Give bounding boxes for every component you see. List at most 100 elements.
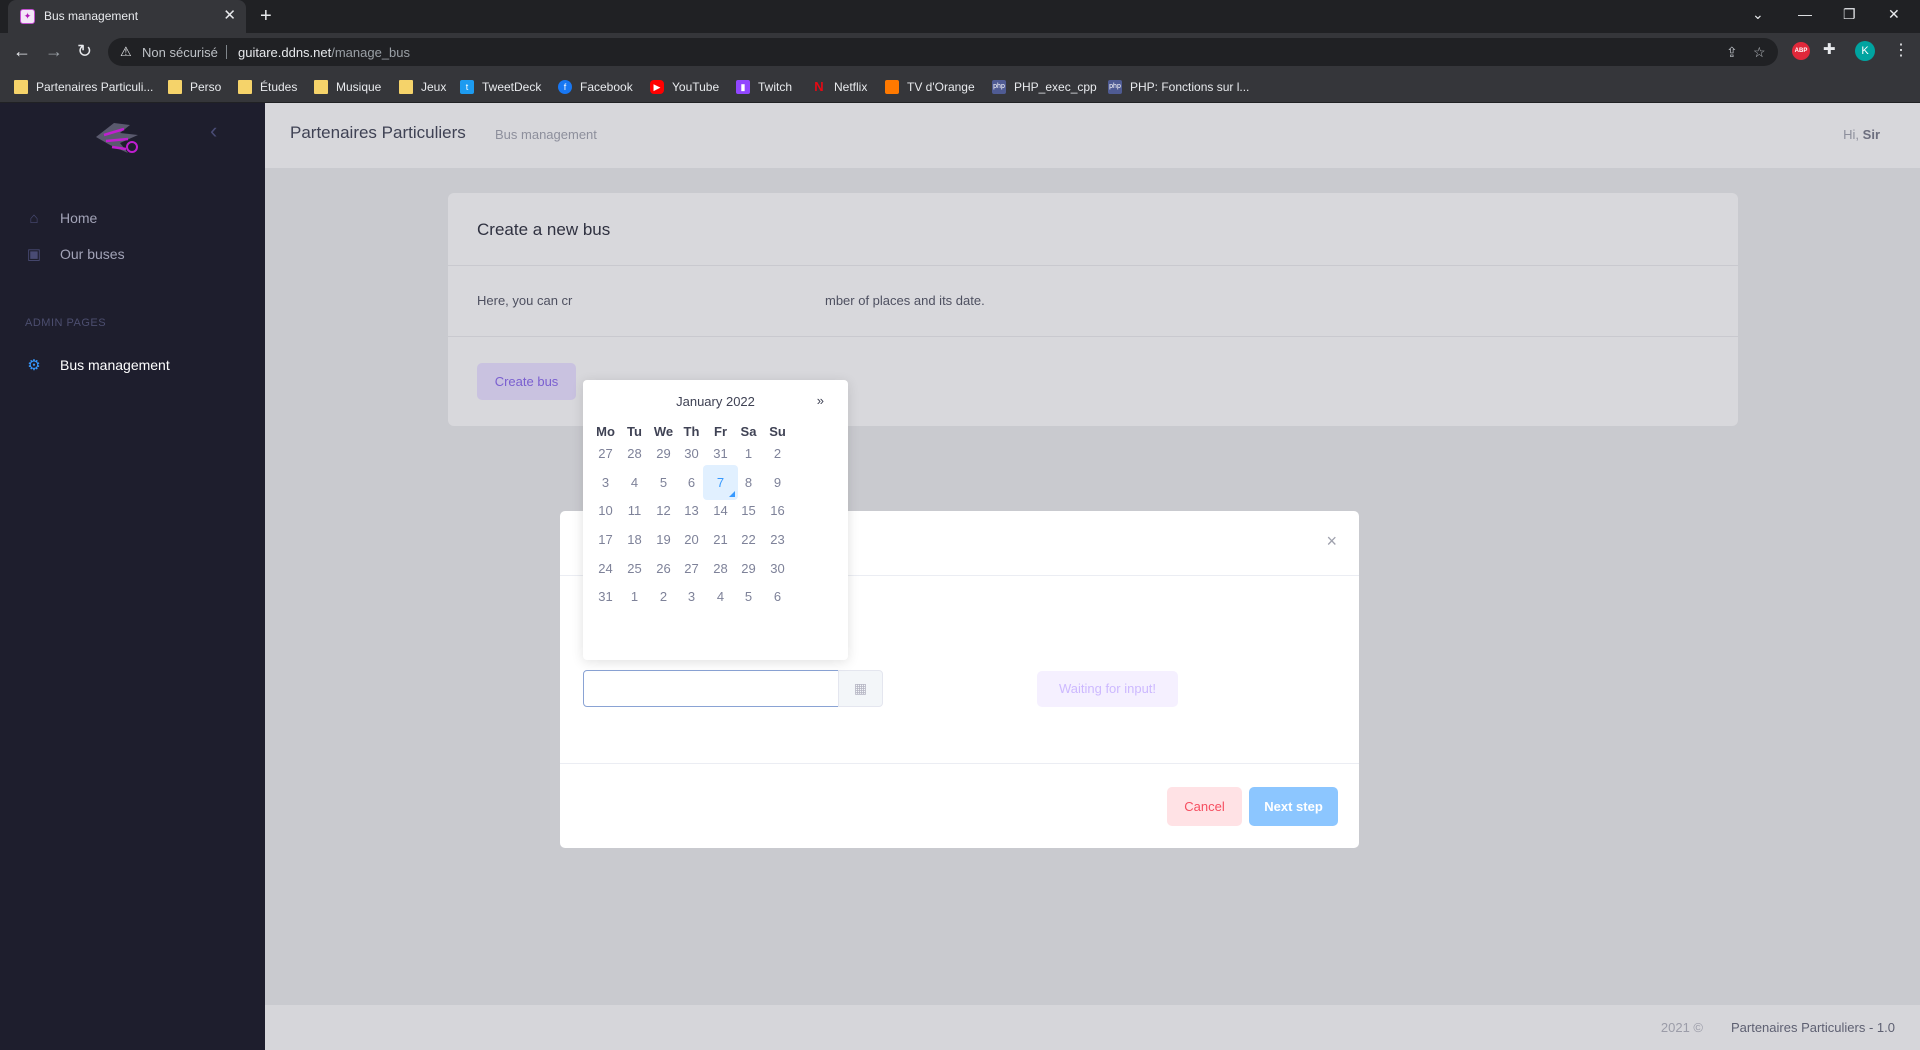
browser-tab-bar: ✦ Bus management ✕ + ⌄ — ❐ ✕ <box>0 0 1920 33</box>
bookmark-facebook[interactable]: f Facebook <box>558 70 633 103</box>
bookmark-netflix[interactable]: N Netflix <box>812 70 867 103</box>
greeting-text: Hi, <box>1843 127 1860 142</box>
tweetdeck-icon: t <box>460 79 474 94</box>
bookmark-label: Twitch <box>758 79 793 94</box>
site-favicon-icon: ✦ <box>20 9 35 24</box>
divider <box>226 45 227 59</box>
bookmark-twitch[interactable]: ▮ Twitch <box>736 70 792 103</box>
bookmark-label: YouTube <box>672 79 720 94</box>
modal-close-icon[interactable]: × <box>1326 531 1337 552</box>
folder-icon <box>314 79 328 94</box>
share-icon[interactable]: ⇪ <box>1726 44 1738 61</box>
facebook-icon: f <box>558 79 572 94</box>
date-input[interactable] <box>583 670 839 707</box>
restore-icon[interactable]: ❐ <box>1843 6 1856 23</box>
profile-avatar[interactable]: K <box>1855 41 1875 61</box>
footer-year: 2021 © <box>1660 1020 1703 1035</box>
bookmark-tweetdeck[interactable]: t TweetDeck <box>460 70 541 103</box>
bookmark-perso[interactable]: Perso <box>168 70 221 103</box>
warning-icon: ⚠ <box>120 44 132 59</box>
tab-close-icon[interactable]: ✕ <box>223 7 236 25</box>
sidebar-collapse-icon[interactable]: ‹ <box>210 118 217 144</box>
url-path: /manage_bus <box>331 45 411 60</box>
page-title: Partenaires Particuliers <box>290 123 466 142</box>
bookmark-partenaires[interactable]: Partenaires Particuli... <box>14 70 153 103</box>
reload-icon[interactable]: ↻ <box>77 41 92 61</box>
tab-search-icon[interactable]: ⌄ <box>1752 6 1764 23</box>
bookmark-php-fonctions[interactable]: php PHP: Fonctions sur l... <box>1108 70 1249 103</box>
bookmark-label: Études <box>260 79 298 94</box>
page-subtitle: Bus management <box>495 127 597 142</box>
divider <box>560 763 1359 764</box>
sidebar-item-label: Bus management <box>60 357 170 373</box>
folder-icon <box>238 79 252 94</box>
back-icon[interactable]: ← <box>13 41 31 61</box>
php-icon: php <box>992 79 1006 94</box>
bookmark-etudes[interactable]: Études <box>238 70 297 103</box>
bookmark-label: Netflix <box>834 79 868 94</box>
card-description-start: Here, you can cr <box>477 293 573 308</box>
orange-icon <box>885 79 899 94</box>
app-logo[interactable] <box>90 115 146 159</box>
bookmark-label: TweetDeck <box>482 79 542 94</box>
window-close-icon[interactable]: ✕ <box>1888 6 1900 23</box>
sidebar-item-label: Home <box>60 210 98 226</box>
home-icon: ⌂ <box>29 209 39 227</box>
status-badge: Waiting for input! <box>1037 671 1178 707</box>
sidebar-item-bus-management[interactable]: ⚙ Bus management <box>25 350 170 380</box>
bookmark-label: PHP: Fonctions sur l... <box>1130 79 1250 94</box>
divider <box>448 265 1738 266</box>
tab-title: Bus management <box>44 9 139 23</box>
forward-icon[interactable]: → <box>45 41 63 61</box>
youtube-icon: ▶ <box>650 79 664 94</box>
bookmark-label: Partenaires Particuli... <box>36 79 154 94</box>
adblock-icon[interactable]: ABP <box>1792 42 1810 60</box>
bookmark-php-exec[interactable]: php PHP_exec_cpp <box>992 70 1097 103</box>
bookmark-jeux[interactable]: Jeux <box>399 70 446 103</box>
datepicker-month-title[interactable]: January 2022 <box>583 394 848 409</box>
bookmark-tv-orange[interactable]: TV d'Orange <box>885 70 975 103</box>
sidebar-item-our-buses[interactable]: ▣ Our buses <box>25 239 125 269</box>
address-bar[interactable]: ⚠ Non sécurisé guitare.ddns.net/manage_b… <box>108 38 1778 66</box>
gear-icon: ⚙ <box>27 357 41 374</box>
minimize-icon[interactable]: — <box>1798 6 1812 22</box>
divider <box>448 336 1738 337</box>
sidebar: ‹ ⌂ Home ▣ Our buses ADMIN PAGES ⚙ Bus m… <box>0 103 265 1050</box>
cancel-button[interactable]: Cancel <box>1167 787 1242 826</box>
calendar-icon[interactable]: ▦ <box>838 670 883 707</box>
page-footer: 2021 © Partenaires Particuliers - 1.0 <box>265 1005 1920 1050</box>
new-tab-button[interactable]: + <box>260 5 272 27</box>
security-label: Non sécurisé <box>142 45 218 60</box>
datepicker: January 2022 » Mo Tu We Th Fr Sa Su 27 28 29 30 31 1… <box>583 380 848 660</box>
app: ‹ ⌂ Home ▣ Our buses ADMIN PAGES ⚙ Bus m… <box>0 103 1920 1050</box>
bookmark-label: Perso <box>190 79 222 94</box>
folder-icon <box>168 79 182 94</box>
sidebar-item-home[interactable]: ⌂ Home <box>25 203 97 233</box>
bookmark-star-icon[interactable]: ☆ <box>1753 44 1766 61</box>
browser-toolbar: ← → ↻ ⚠ Non sécurisé guitare.ddns.net/ma… <box>0 33 1920 70</box>
browser-menu-icon[interactable]: ⋮ <box>1893 40 1909 60</box>
folder-icon <box>399 79 413 94</box>
footer-app-name[interactable]: Partenaires Particuliers - 1.0 <box>1731 1020 1895 1035</box>
bookmark-label: Jeux <box>421 79 447 94</box>
sidebar-section-label: ADMIN PAGES <box>25 317 107 329</box>
bus-icon: ▣ <box>26 246 42 263</box>
folder-icon <box>14 79 28 94</box>
url-host: guitare.ddns.net <box>238 45 332 60</box>
extensions-icon[interactable]: ✚ <box>1823 40 1836 58</box>
bookmark-label: Musique <box>336 79 382 94</box>
next-step-button[interactable]: Next step <box>1249 787 1338 826</box>
datepicker-day[interactable]: 6 <box>760 579 795 614</box>
browser-tab[interactable]: ✦ Bus management ✕ <box>8 0 246 33</box>
bookmark-youtube[interactable]: ▶ YouTube <box>650 70 719 103</box>
url-text[interactable]: guitare.ddns.net/manage_bus <box>238 45 410 60</box>
bookmark-label: Facebook <box>580 79 633 94</box>
php-icon: php <box>1108 79 1122 94</box>
create-bus-button[interactable]: Create bus <box>477 363 576 400</box>
datepicker-next-button[interactable]: » <box>817 393 824 408</box>
user-greeting[interactable]: Hi, Sir <box>1843 127 1880 142</box>
twitch-icon: ▮ <box>736 79 750 94</box>
page-header: Partenaires Particuliers Bus management … <box>265 103 1920 168</box>
bookmark-musique[interactable]: Musique <box>314 70 381 103</box>
card-description-end: mber of places and its date. <box>825 293 985 308</box>
